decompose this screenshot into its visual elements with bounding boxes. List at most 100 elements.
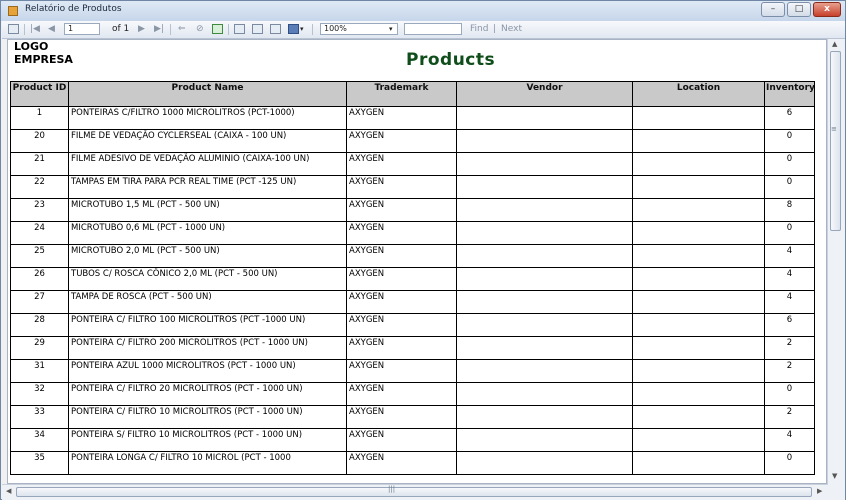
logo-line-1: LOGO [14,40,49,53]
scroll-right-icon[interactable]: ▶ [817,487,822,495]
trademark-cell: AXYGEN [346,359,457,383]
inventory-cell: 6 [764,106,815,130]
print-layout-icon[interactable] [252,24,263,34]
page-setup-icon[interactable] [270,24,281,34]
vendor-cell [456,129,633,153]
products-table: Product ID Product Name Trademark Vendor… [10,81,815,475]
table-row: 22 TAMPAS EM TIRA PARA PCR REAL TIME (PCT… [10,175,815,199]
location-cell [632,198,765,222]
product-id-cell: 35 [10,451,69,475]
table-row: 23 MICROTUBO 1,5 ML (PCT - 500 UN) AXYGEN 8 [10,198,815,222]
trademark-cell: AXYGEN [346,451,457,475]
product-id-cell: 34 [10,428,69,452]
trademark-cell: AXYGEN [346,244,457,268]
toolbar-separator [24,24,25,35]
print-icon[interactable] [234,24,245,34]
trademark-cell: AXYGEN [346,175,457,199]
first-page-icon[interactable]: |◀ [30,23,40,35]
table-row: 28 PONTEIRA C/ FILTRO 100 MICROLITROS (PC… [10,313,815,337]
trademark-cell: AXYGEN [346,405,457,429]
vendor-cell [456,198,633,222]
report-title: Products [406,50,496,70]
location-cell [632,336,765,360]
back-icon[interactable]: ⇐ [178,23,186,35]
product-name-cell: PONTEIRA LONGA C/ FILTRO 10 MICROL (PCT … [68,451,347,475]
table-row: 33 PONTEIRA C/ FILTRO 10 MICROLITROS (PCT… [10,405,815,429]
product-name-cell: MICROTUBO 0,6 ML (PCT - 1000 UN) [68,221,347,245]
product-name-cell: FILME DE VEDAÇÃO CYCLERSEAL (CAIXA - 100… [68,129,347,153]
page-count: of 1 [112,24,130,34]
scroll-left-icon[interactable]: ◀ [6,487,11,495]
vendor-cell [456,359,633,383]
previous-page-icon[interactable]: ◀ [48,23,55,35]
inventory-cell: 4 [764,290,815,314]
trademark-cell: AXYGEN [346,129,457,153]
horizontal-scrollbar[interactable]: ◀ ||| ▶ [2,484,828,500]
find-link[interactable]: Find [470,23,488,35]
report-page: LOGO EMPRESA Products Product ID Product… [7,39,827,484]
trademark-cell: AXYGEN [346,221,457,245]
horizontal-scroll-thumb[interactable] [16,487,812,497]
refresh-icon[interactable] [212,24,223,34]
zoom-select[interactable]: 100% [320,23,398,35]
scroll-up-icon[interactable]: ▲ [832,40,837,48]
inventory-cell: 0 [764,129,815,153]
product-name-cell: MICROTUBO 1,5 ML (PCT - 500 UN) [68,198,347,222]
inventory-cell: 0 [764,221,815,245]
product-id-cell: 26 [10,267,69,291]
document-map-icon[interactable] [8,24,19,34]
product-id-cell: 32 [10,382,69,406]
table-row: 24 MICROTUBO 0,6 ML (PCT - 1000 UN) AXYGEN… [10,221,815,245]
table-row: 34 PONTEIRA S/ FILTRO 10 MICROLITROS (PCT… [10,428,815,452]
title-bar: Relatório de Produtos – □ x [1,1,845,21]
zoom-dropdown-icon[interactable]: ▾ [389,23,393,35]
location-cell [632,382,765,406]
column-header-inventory: Inventory [764,81,815,107]
minimize-button[interactable]: – [761,2,785,17]
location-cell [632,152,765,176]
last-page-icon[interactable]: ▶| [154,23,164,35]
product-id-cell: 25 [10,244,69,268]
close-button[interactable]: x [813,2,841,17]
maximize-button[interactable]: □ [787,2,811,17]
product-id-cell: 22 [10,175,69,199]
export-icon[interactable] [288,24,299,34]
vendor-cell [456,405,633,429]
report-app-icon [8,6,18,16]
page-number-input[interactable]: 1 [64,23,100,35]
location-cell [632,106,765,130]
vertical-scroll-thumb[interactable] [830,51,841,231]
location-cell [632,221,765,245]
vertical-scrollbar[interactable]: ▲ ≡ ▼ [827,39,844,484]
location-cell [632,129,765,153]
inventory-cell: 4 [764,267,815,291]
product-name-cell: FILME ADESIVO DE VEDAÇÃO ALUMINIO (CAIXA… [68,152,347,176]
inventory-cell: 2 [764,405,815,429]
inventory-cell: 0 [764,382,815,406]
table-row: 29 PONTEIRA C/ FILTRO 200 MICROLITROS (PC… [10,336,815,360]
table-header-row: Product ID Product Name Trademark Vendor… [10,81,815,107]
location-cell [632,405,765,429]
scroll-down-icon[interactable]: ▼ [832,472,837,480]
trademark-cell: AXYGEN [346,290,457,314]
find-input[interactable] [404,23,462,35]
vendor-cell [456,106,633,130]
product-id-cell: 23 [10,198,69,222]
product-id-cell: 31 [10,359,69,383]
next-link[interactable]: Next [501,23,522,35]
trademark-cell: AXYGEN [346,336,457,360]
vendor-cell [456,175,633,199]
location-cell [632,451,765,475]
trademark-cell: AXYGEN [346,106,457,130]
table-row: 20 FILME DE VEDAÇÃO CYCLERSEAL (CAIXA - 1… [10,129,815,153]
export-dropdown-icon[interactable]: ▾ [300,23,304,35]
product-name-cell: TAMPA DE ROSCA (PCT - 500 UN) [68,290,347,314]
vendor-cell [456,382,633,406]
stop-icon[interactable]: ⊘ [196,23,204,35]
table-row: 25 MICROTUBO 2,0 ML (PCT - 500 UN) AXYGEN 4 [10,244,815,268]
vertical-scroll-grip-icon: ≡ [831,125,837,133]
next-page-icon[interactable]: ▶ [138,23,145,35]
location-cell [632,313,765,337]
vendor-cell [456,152,633,176]
inventory-cell: 8 [764,198,815,222]
